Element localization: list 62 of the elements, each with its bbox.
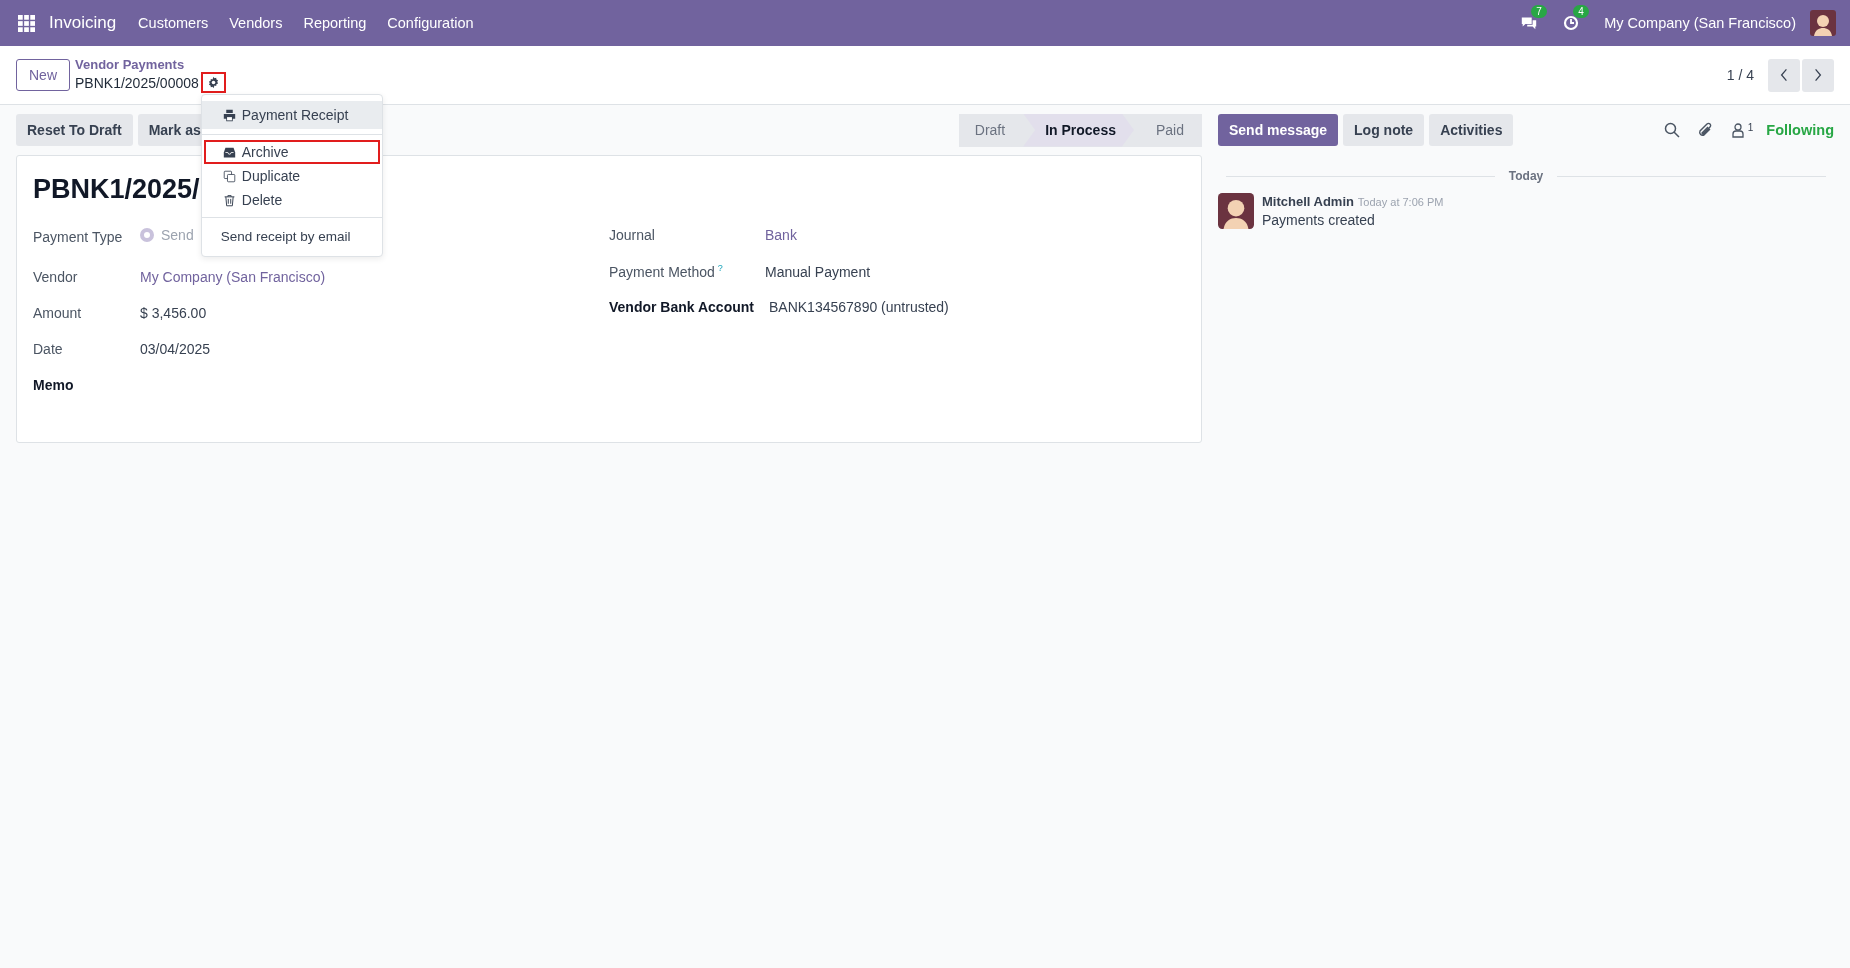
person-icon[interactable]: [1729, 122, 1746, 138]
action-button[interactable]: Reset To Draft: [16, 114, 133, 146]
field-label: Date: [33, 341, 64, 357]
company-switcher[interactable]: My Company (San Francisco): [1604, 15, 1796, 31]
chatter-button[interactable]: Activities: [1429, 114, 1514, 146]
user-avatar-icon[interactable]: [1810, 10, 1836, 36]
pager-counter: 1 / 4: [1726, 67, 1754, 83]
nav-menu-item[interactable]: Configuration: [387, 15, 474, 31]
menu-item[interactable]: Archive: [203, 140, 380, 164]
help-marker[interactable]: ?: [717, 263, 723, 273]
field-label: Journal: [609, 227, 656, 243]
paperclip-icon[interactable]: [1696, 122, 1713, 138]
field-label: Amount: [33, 305, 83, 321]
chat-icon[interactable]: [1520, 15, 1539, 31]
nav-menu-item[interactable]: Reporting: [303, 15, 367, 31]
inbox-icon: [222, 145, 236, 159]
author-avatar-icon: [1218, 193, 1254, 229]
message-count-badge: 7: [1531, 5, 1547, 18]
menu-item[interactable]: Send receipt by email: [203, 223, 380, 250]
following-button[interactable]: Following: [1766, 122, 1834, 138]
field-label: Vendor: [33, 269, 79, 285]
clock-icon[interactable]: [1562, 15, 1581, 31]
field-link[interactable]: Bank: [765, 227, 797, 243]
activity-count-badge: 4: [1573, 5, 1589, 18]
field-value: BANK134567890 (untrusted): [769, 299, 949, 315]
menu-item[interactable]: Payment Receipt: [201, 101, 382, 129]
follower-count: 1: [1747, 122, 1754, 133]
status-step[interactable]: In Process: [1023, 113, 1134, 147]
field-label: Vendor Bank Account: [609, 299, 755, 315]
chatter-button[interactable]: Log note: [1343, 114, 1425, 146]
nav-menu-item[interactable]: Customers: [138, 15, 209, 31]
copy-icon: [222, 169, 236, 183]
message-body: Payments created: [1262, 212, 1376, 228]
message-time: Today at 7:06 PM: [1357, 196, 1444, 208]
field-value: Manual Payment: [765, 263, 871, 280]
field-label: Memo: [33, 377, 75, 393]
trash-icon: [222, 193, 236, 207]
date-separator: Today: [1508, 169, 1544, 183]
record-name: PBNK1/2025/00008: [75, 74, 199, 91]
radio-label: Send: [161, 227, 194, 243]
menu-item[interactable]: Duplicate: [203, 164, 380, 188]
new-button[interactable]: New: [16, 59, 70, 91]
field-value: 03/04/2025: [140, 341, 211, 357]
gear-icon: [206, 76, 220, 89]
chatter-button[interactable]: Send message: [1218, 114, 1339, 146]
message-author: Mitchell Admin: [1262, 194, 1354, 209]
search-icon[interactable]: [1663, 122, 1680, 138]
record-title: PBNK1/2025/: [33, 174, 200, 205]
settings-button[interactable]: [200, 72, 226, 93]
apps-grid-icon[interactable]: [18, 14, 35, 32]
app-name[interactable]: Invoicing: [49, 13, 117, 33]
field-link[interactable]: My Company (San Francisco): [140, 269, 326, 285]
field-label: Payment Method $^{?}$: [609, 263, 724, 280]
nav-menu-item[interactable]: Vendors: [229, 15, 283, 31]
radio-button[interactable]: [140, 228, 154, 242]
breadcrumb-link[interactable]: Vendor Payments: [75, 57, 226, 72]
printer-icon: [222, 108, 236, 122]
menu-item[interactable]: Delete: [203, 188, 380, 212]
chevron-left-icon: [1780, 68, 1788, 82]
field-label: Payment Type: [33, 229, 124, 245]
field-value: $ 3,456.00: [140, 305, 207, 321]
chevron-right-icon: [1814, 68, 1822, 82]
